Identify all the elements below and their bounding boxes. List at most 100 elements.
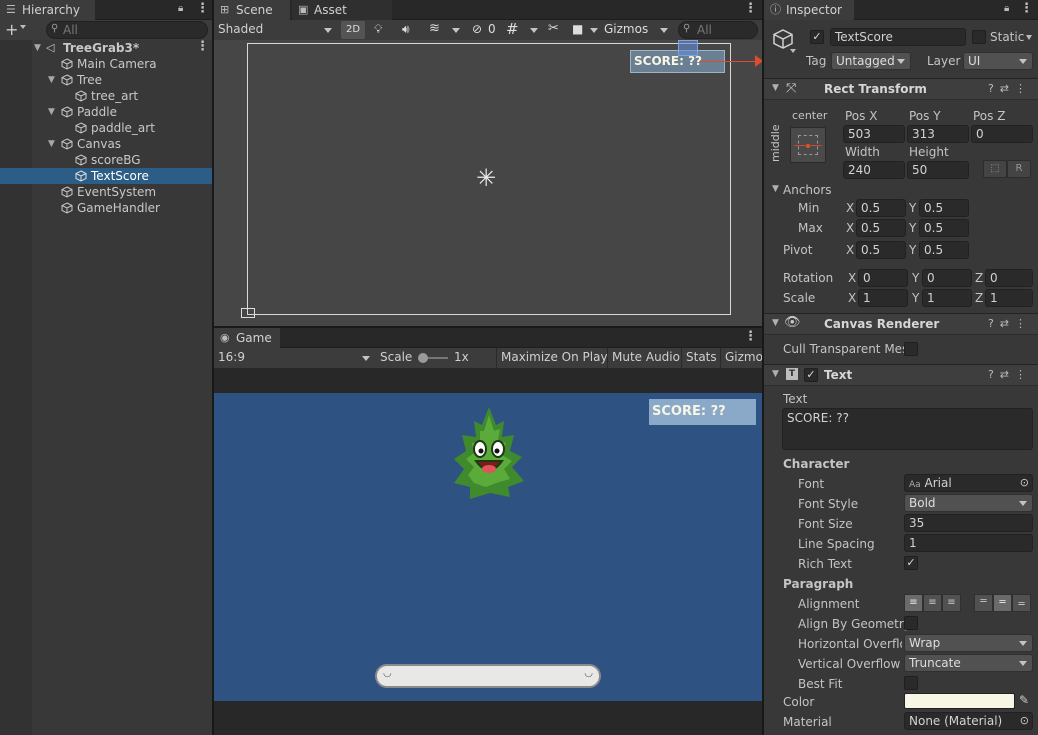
tab-game[interactable]: ◉ Game (214, 328, 280, 348)
pos-x-input[interactable]: 503 (843, 125, 905, 143)
anchor-preset-button[interactable] (790, 127, 826, 163)
tab-scene[interactable]: ⊞ Scene (214, 0, 290, 20)
font-field[interactable]: Aa Arial ⊙ (904, 474, 1033, 492)
scene-menu-icon[interactable]: ⋮ (744, 0, 757, 20)
layer-dropdown[interactable]: UI (963, 52, 1033, 70)
scene-menu-icon[interactable]: ⋮ (196, 38, 209, 58)
add-dropdown-icon[interactable] (20, 25, 26, 29)
inspector-menu-icon[interactable]: ⋮ (1020, 0, 1033, 20)
scale-z-input[interactable]: 1 (985, 289, 1033, 307)
color-swatch[interactable] (904, 693, 1015, 709)
maximize-on-play-toggle[interactable]: Maximize On Play (496, 348, 612, 368)
hierarchy-item-gamehandler[interactable]: GameHandler (0, 200, 212, 216)
hierarchy-item-tree-art[interactable]: tree_art (0, 88, 212, 104)
tab-inspector[interactable]: ⓘ Inspector (764, 0, 854, 20)
best-fit-checkbox[interactable] (904, 676, 918, 690)
hierarchy-item-paddle[interactable]: ▼ Paddle (0, 104, 212, 120)
object-picker-icon[interactable]: ⊙ (1020, 713, 1029, 729)
hierarchy-menu-icon[interactable]: ⋮ (196, 0, 209, 20)
scale-x-input[interactable]: 1 (858, 289, 908, 307)
pos-y-input[interactable]: 313 (907, 125, 969, 143)
cull-transparent-checkbox[interactable] (904, 342, 918, 356)
add-icon[interactable]: + (5, 20, 18, 39)
tab-asset-store[interactable]: ▣ Asset Store (292, 0, 392, 37)
move-arrow-x[interactable] (700, 61, 756, 62)
align-by-geometry-checkbox[interactable] (904, 616, 918, 630)
grid-dropdown-icon[interactable] (530, 28, 538, 33)
scale-slider[interactable] (418, 353, 448, 363)
hierarchy-item-eventsystem[interactable]: EventSystem (0, 184, 212, 200)
rotation-x-input[interactable]: 0 (858, 269, 908, 287)
anchors-collapse-icon[interactable]: ▼ (772, 184, 779, 194)
tools-icon[interactable]: ✂ (548, 21, 559, 36)
lighting-icon[interactable]: 💡︎ (374, 22, 382, 37)
hierarchy-item-main-camera[interactable]: Main Camera (0, 56, 212, 72)
shading-dropdown[interactable]: Shaded (216, 21, 334, 39)
camera-dropdown-icon[interactable] (590, 28, 598, 33)
hidden-eye-icon[interactable]: ⊘ (472, 22, 482, 36)
tag-dropdown[interactable]: Untagged (831, 52, 911, 70)
static-dropdown-icon[interactable] (1026, 35, 1032, 40)
static-checkbox[interactable] (972, 30, 986, 44)
icon-dropdown-icon[interactable] (790, 49, 796, 53)
stats-toggle[interactable]: Stats (681, 348, 721, 368)
text-enabled-checkbox[interactable]: ✓ (804, 368, 818, 382)
game-viewport[interactable]: SCORE: ?? ◡ ◡ (214, 393, 762, 701)
pivot-y-input[interactable]: 0.5 (919, 241, 969, 259)
object-name-input[interactable]: TextScore (830, 28, 966, 46)
gizmos-dropdown[interactable]: Gizmos (604, 21, 670, 39)
active-checkbox[interactable]: ✓ (810, 30, 824, 44)
raw-edit-button[interactable]: R (1007, 160, 1031, 178)
scale-y-input[interactable]: 1 (922, 289, 972, 307)
align-middle-button[interactable]: ═ (993, 594, 1012, 612)
vertical-overflow-dropdown[interactable]: Truncate (904, 654, 1033, 672)
scene-root-row[interactable]: ▼ ◁ TreeGrab3* ⋮ (0, 38, 212, 58)
rich-text-checkbox[interactable]: ✓ (904, 556, 918, 570)
align-left-button[interactable]: ≡ (904, 594, 923, 612)
max-x-input[interactable]: 0.5 (856, 219, 906, 237)
effects-dropdown-icon[interactable] (452, 28, 460, 33)
component-header-icons[interactable]: ?⇄⋮ (988, 368, 1032, 381)
rect-transform-header[interactable]: ▼ ⤧ Rect Transform ?⇄⋮ (764, 78, 1038, 100)
align-bottom-button[interactable]: ═ (1012, 594, 1031, 612)
blueprint-mode-button[interactable]: ⬚ (983, 160, 1007, 178)
line-spacing-input[interactable]: 1 (904, 534, 1033, 552)
min-x-input[interactable]: 0.5 (856, 199, 906, 217)
align-center-button[interactable]: ≡ (923, 594, 942, 612)
game-menu-icon[interactable]: ⋮ (744, 328, 757, 348)
hierarchy-search-input[interactable]: ⚲ All (46, 21, 208, 39)
scene-viewport[interactable]: SCORE: ?? ✳ (214, 40, 762, 326)
rotation-z-input[interactable]: 0 (985, 269, 1033, 287)
lock-icon[interactable]: 🔒︎ (1004, 3, 1009, 14)
effects-icon[interactable]: ≋ (429, 21, 440, 36)
audio-icon[interactable]: 🔊︎ (402, 22, 410, 37)
scene-search-input[interactable]: ⚲ All (678, 21, 758, 39)
hierarchy-item-canvas[interactable]: ▼ Canvas (0, 136, 212, 152)
game-gizmos-toggle[interactable]: Gizmos (720, 348, 762, 368)
canvas-renderer-header[interactable]: ▼ 👁︎ Canvas Renderer ?⇄⋮ (764, 313, 1038, 335)
align-right-button[interactable]: ≡ (942, 594, 961, 612)
material-field[interactable]: None (Material) ⊙ (904, 712, 1033, 730)
component-header-icons[interactable]: ?⇄⋮ (988, 82, 1032, 95)
rotation-y-input[interactable]: 0 (922, 269, 972, 287)
width-input[interactable]: 240 (843, 161, 905, 179)
hierarchy-item-scorebg[interactable]: scoreBG (0, 152, 212, 168)
component-header-icons[interactable]: ?⇄⋮ (988, 317, 1032, 330)
eyedropper-icon[interactable]: ✎ (1019, 693, 1029, 707)
font-size-input[interactable]: 35 (904, 514, 1033, 532)
pivot-x-input[interactable]: 0.5 (856, 241, 906, 259)
mute-audio-toggle[interactable]: Mute Audio (607, 348, 684, 368)
lock-icon[interactable]: 🔒︎ (178, 3, 183, 14)
text-component-header[interactable]: ▼ T ✓ Text ?⇄⋮ (764, 364, 1038, 386)
hierarchy-item-paddle-art[interactable]: paddle_art (0, 120, 212, 136)
max-y-input[interactable]: 0.5 (919, 219, 969, 237)
pos-z-input[interactable]: 0 (971, 125, 1033, 143)
min-y-input[interactable]: 0.5 (919, 199, 969, 217)
hierarchy-item-tree[interactable]: ▼ Tree (0, 72, 212, 88)
tab-hierarchy[interactable]: ☰ Hierarchy (0, 0, 95, 20)
scale-slider-thumb[interactable] (418, 353, 428, 363)
horizontal-overflow-dropdown[interactable]: Wrap (904, 634, 1033, 652)
hierarchy-item-textscore[interactable]: TextScore (0, 168, 212, 184)
font-style-dropdown[interactable]: Bold (904, 494, 1033, 512)
aspect-dropdown[interactable]: 16:9 (216, 349, 372, 367)
